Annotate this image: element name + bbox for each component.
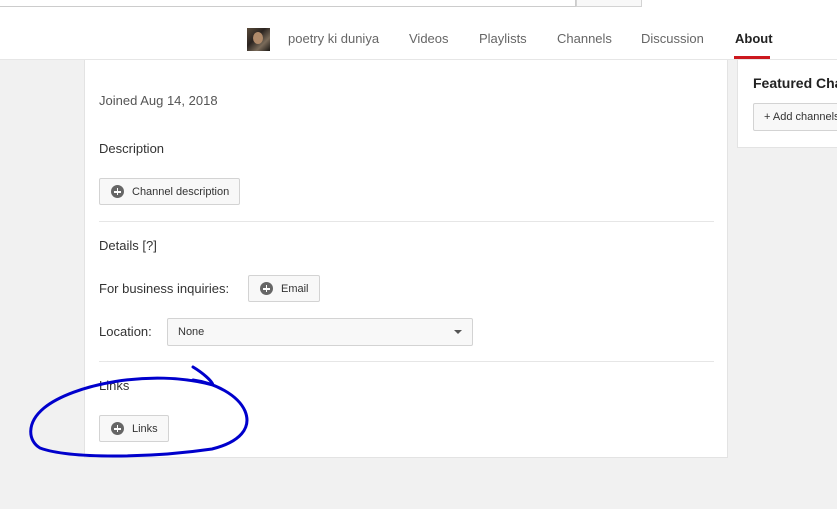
plus-circle-icon <box>260 282 273 295</box>
joined-date: Joined Aug 14, 2018 <box>99 93 218 108</box>
search-input[interactable] <box>0 0 576 7</box>
channel-name-link[interactable]: poetry ki duniya <box>288 31 379 46</box>
details-heading[interactable]: Details [?] <box>99 238 157 253</box>
location-select[interactable]: None <box>167 318 473 346</box>
links-button[interactable]: Links <box>99 415 169 442</box>
featured-channels-title: Featured Cha <box>753 75 837 91</box>
email-button[interactable]: Email <box>248 275 320 302</box>
channel-description-button-label: Channel description <box>132 185 230 198</box>
plus-circle-icon <box>111 185 124 198</box>
active-tab-indicator <box>734 56 770 59</box>
tab-playlists[interactable]: Playlists <box>479 31 527 46</box>
description-heading: Description <box>99 141 165 156</box>
featured-channels-panel: Featured Cha + Add channels <box>737 60 837 148</box>
add-channels-button[interactable]: + Add channels <box>753 103 837 131</box>
location-label: Location: <box>99 324 152 339</box>
tab-about[interactable]: About <box>735 31 773 46</box>
section-divider <box>99 361 714 362</box>
email-button-label: Email <box>281 282 309 295</box>
caret-down-icon <box>454 330 462 334</box>
about-panel: Joined Aug 14, 2018 Description Channel … <box>84 60 728 458</box>
channel-nav-bar: poetry ki duniya Videos Playlists Channe… <box>0 18 837 60</box>
tab-discussion[interactable]: Discussion <box>641 31 704 46</box>
masthead-strip <box>0 0 837 18</box>
tab-videos[interactable]: Videos <box>409 31 449 46</box>
search-button[interactable] <box>576 0 642 7</box>
channel-avatar[interactable] <box>247 28 270 51</box>
business-inquiries-label: For business inquiries: <box>99 281 230 296</box>
plus-circle-icon <box>111 422 124 435</box>
links-button-label: Links <box>132 422 158 435</box>
links-heading: Links <box>99 378 130 393</box>
channel-description-button[interactable]: Channel description <box>99 178 241 205</box>
section-divider <box>99 221 714 222</box>
location-select-value: None <box>178 326 205 338</box>
tab-channels[interactable]: Channels <box>557 31 612 46</box>
